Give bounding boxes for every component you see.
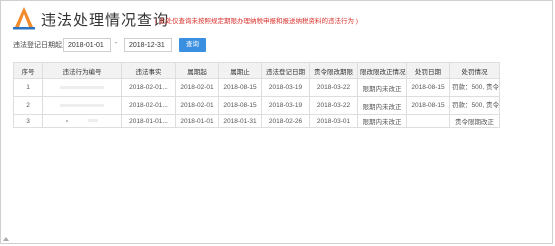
cell-reg-date: 2018-02-26 [261,114,310,128]
cell-reg-date: 2018-03-19 [261,78,310,97]
cell-fact: 2018-02-01... [121,96,176,115]
table-header-row: 序号 违法行为编号 违法事实 属期起 属期止 违法登记日期 责令限改期限 限改限… [13,62,500,79]
col-header-fact: 违法事实 [121,62,176,79]
cell-deadline: 2018-03-01 [309,114,358,128]
col-header-index: 序号 [13,62,43,79]
cell-violation-id-redacted [42,96,122,115]
cell-penalty: 罚款：500, 责令限期改正 [449,96,500,115]
cell-index: 1 [13,78,43,97]
cell-deadline: 2018-03-22 [309,78,358,97]
cell-penalty: 罚款：500, 责令限期改正 [449,78,500,97]
start-date-input[interactable] [63,38,111,52]
cell-fact: 2018-02-01... [121,78,176,97]
violations-table: 序号 违法行为编号 违法事实 属期起 属期止 违法登记日期 责令限改期限 限改限… [13,62,500,128]
col-header-penalty: 处罚情况 [449,62,500,79]
cell-period-start: 2018-02-01 [175,78,219,97]
col-header-period-start: 属期起 [175,62,219,79]
page-title: 违法处理情况查询 [41,12,170,29]
cell-status: 限期内未改正 [357,78,407,97]
cell-penalty-date [406,114,450,128]
cell-deadline: 2018-03-22 [309,96,358,115]
cell-penalty: 责令限期改正 [449,114,500,128]
cell-violation-id-redacted [42,78,122,97]
cell-reg-date: 2018-03-19 [261,96,310,115]
cell-penalty-date: 2018-08-15 [406,96,450,115]
cell-index: 2 [13,96,43,115]
cell-penalty-date: 2018-08-15 [406,78,450,97]
cell-fact: 2018-01-01... [121,114,176,128]
cell-period-end: 2018-08-15 [218,78,262,97]
cell-status: 限期内未改正 [357,114,407,128]
cell-index: 3 [13,114,43,128]
col-header-violation-id: 违法行为编号 [42,62,122,79]
table-row[interactable]: 3 2018-01-01... 2018-01-01 2018-01-31 20… [13,114,500,128]
search-button[interactable]: 查询 [179,38,206,52]
page-note: ( 此处仅查询未按照规定期限办理纳税申报和报送纳税资料的违法行为 ) [155,18,358,25]
col-header-reg-date: 违法登记日期 [261,62,310,79]
col-header-period-end: 属期止 [218,62,262,79]
col-header-penalty-date: 处罚日期 [406,62,450,79]
cell-period-end: 2018-08-15 [218,96,262,115]
cell-status: 限期内未改正 [357,96,407,115]
col-header-deadline: 责令限改期限 [309,62,358,79]
end-date-input[interactable] [124,38,172,52]
table-row[interactable]: 2 2018-02-01... 2018-02-01 2018-08-15 20… [13,96,500,115]
cell-violation-id-redacted [42,114,122,128]
date-separator: - [115,40,118,47]
table-row[interactable]: 1 2018-02-01... 2018-02-01 2018-08-15 20… [13,78,500,97]
cell-period-start: 2018-02-01 [175,96,219,115]
cell-period-start: 2018-01-01 [175,114,219,128]
app-logo-icon [13,7,35,30]
cell-period-end: 2018-01-31 [218,114,262,128]
scroll-up-arrow-icon[interactable] [3,237,9,241]
col-header-status: 限改限改正情况 [357,62,407,79]
